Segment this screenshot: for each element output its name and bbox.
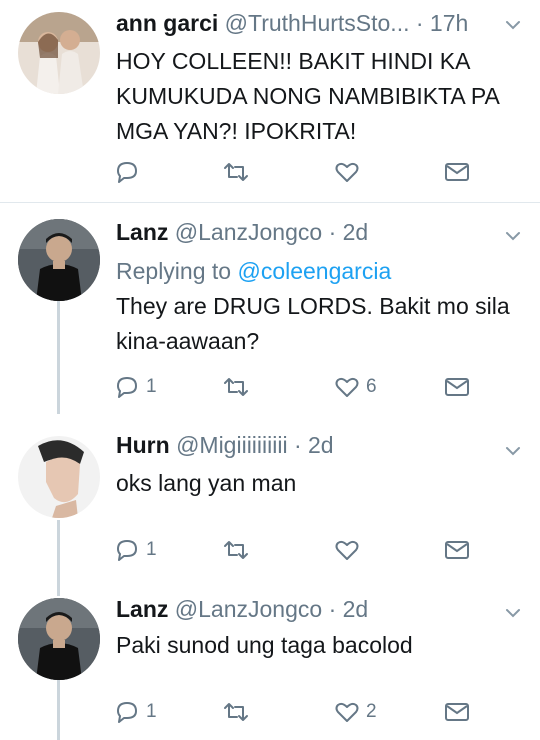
retweet-icon — [224, 163, 248, 181]
dm-button[interactable] — [444, 696, 470, 728]
envelope-icon — [445, 163, 469, 181]
tweet-text: Paki sunod ung taga bacolod — [116, 632, 413, 658]
like-button[interactable] — [334, 156, 366, 188]
tweet[interactable]: ann garci @TruthHurtsSto... · 17h HOY CO… — [0, 0, 540, 202]
like-count: 2 — [366, 701, 377, 722]
display-name[interactable]: ann garci — [116, 10, 218, 36]
reply-count: 1 — [146, 376, 157, 397]
display-name[interactable]: Lanz — [116, 219, 168, 245]
avatar-image — [18, 598, 100, 680]
avatar[interactable] — [18, 219, 100, 301]
avatar-image — [18, 12, 100, 94]
user-handle[interactable]: @LanzJongco — [175, 219, 322, 245]
reply-icon — [117, 162, 137, 183]
heart-icon — [335, 377, 359, 397]
reply-button[interactable] — [114, 156, 146, 188]
reply-button[interactable]: 1 — [114, 696, 157, 728]
tweet[interactable]: Hurn @Migiiiiiiiiii · 2d oks lang yan ma… — [0, 416, 540, 580]
replying-label: Replying to — [116, 258, 232, 284]
replying-to: Replying to @coleengarcia — [116, 256, 391, 286]
like-button[interactable]: 6 — [334, 371, 377, 403]
chevron-down-icon[interactable] — [502, 440, 524, 462]
like-button[interactable] — [334, 534, 366, 566]
tweet[interactable]: Lanz @LanzJongco · 2d Replying to @colee… — [0, 203, 540, 416]
reply-icon — [117, 540, 137, 561]
reply-icon — [117, 377, 137, 398]
timestamp[interactable]: · 2d — [294, 432, 334, 458]
like-count: 6 — [366, 376, 377, 397]
tweet-actions — [0, 156, 540, 188]
user-handle[interactable]: @LanzJongco — [175, 596, 322, 622]
chevron-down-icon[interactable] — [502, 602, 524, 624]
avatar-image — [18, 436, 100, 518]
reply-count: 1 — [146, 701, 157, 722]
retweet-button[interactable] — [223, 534, 249, 566]
timestamp[interactable]: · 17h — [416, 10, 468, 36]
tweet-actions: 1 — [0, 534, 540, 566]
retweet-button[interactable] — [223, 156, 249, 188]
retweet-button[interactable] — [223, 371, 249, 403]
chevron-down-icon[interactable] — [502, 225, 524, 247]
user-handle[interactable]: @TruthHurtsSto... — [225, 10, 410, 36]
display-name[interactable]: Hurn — [116, 432, 170, 458]
tweet-header: Hurn @Migiiiiiiiiii · 2d — [116, 430, 334, 460]
dm-button[interactable] — [444, 534, 470, 566]
avatar[interactable] — [18, 436, 100, 518]
reply-icon — [117, 702, 137, 723]
envelope-icon — [445, 378, 469, 396]
avatar-image — [18, 219, 100, 301]
heart-icon — [335, 540, 359, 560]
retweet-button[interactable] — [223, 696, 249, 728]
tweet-text: oks lang yan man — [116, 470, 297, 496]
like-button[interactable]: 2 — [334, 696, 377, 728]
retweet-icon — [224, 378, 248, 396]
display-name[interactable]: Lanz — [116, 596, 168, 622]
replying-to-link[interactable]: @coleengarcia — [237, 258, 391, 284]
avatar[interactable] — [18, 598, 100, 680]
envelope-icon — [445, 541, 469, 559]
tweet[interactable]: Lanz @LanzJongco · 2d Paki sunod ung tag… — [0, 580, 540, 740]
avatar[interactable] — [18, 12, 100, 94]
dm-button[interactable] — [444, 156, 470, 188]
user-handle[interactable]: @Migiiiiiiiiii — [176, 432, 288, 458]
dm-button[interactable] — [444, 371, 470, 403]
retweet-icon — [224, 541, 248, 559]
tweet-header: Lanz @LanzJongco · 2d — [116, 594, 368, 624]
timestamp[interactable]: · 2d — [329, 219, 369, 245]
reply-button[interactable]: 1 — [114, 371, 157, 403]
heart-icon — [335, 162, 359, 182]
reply-count: 1 — [146, 539, 157, 560]
tweet-header: Lanz @LanzJongco · 2d — [116, 217, 368, 247]
timestamp[interactable]: · 2d — [329, 596, 369, 622]
tweet-text: They are DRUG LORDS. Bakit mo sila kina-… — [116, 293, 510, 354]
chevron-down-icon[interactable] — [502, 14, 524, 36]
heart-icon — [335, 702, 359, 722]
tweet-actions: 1 2 — [0, 696, 540, 728]
reply-button[interactable]: 1 — [114, 534, 157, 566]
tweet-header: ann garci @TruthHurtsSto... · 17h — [116, 8, 468, 38]
tweet-actions: 1 6 — [0, 371, 540, 403]
retweet-icon — [224, 703, 248, 721]
tweet-text: HOY COLLEEN!! BAKIT HINDI KA KUMUKUDA NO… — [116, 48, 499, 144]
envelope-icon — [445, 703, 469, 721]
